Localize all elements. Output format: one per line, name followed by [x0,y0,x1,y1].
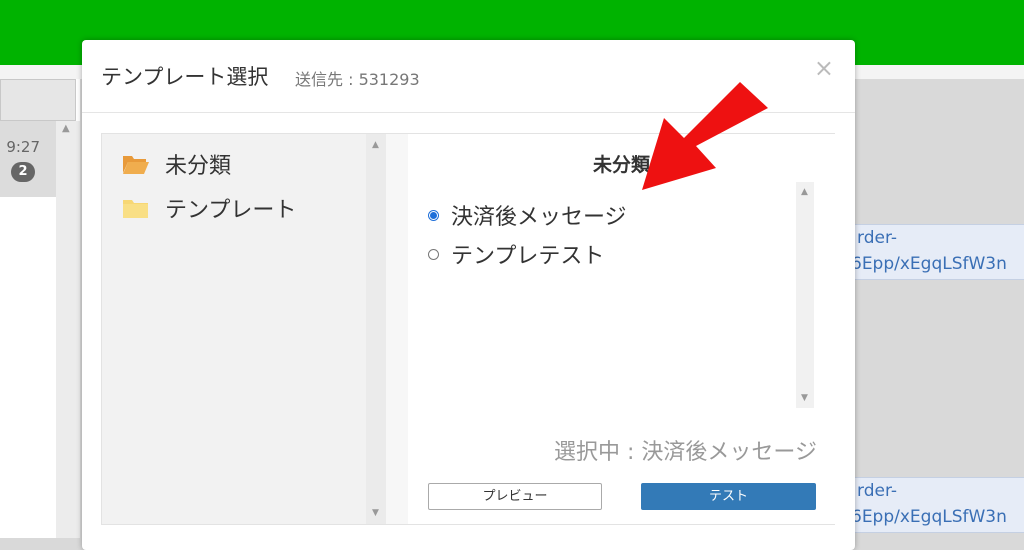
background-link-box[interactable]: rder- 6Epp/xEgqLSfW3n [855,477,1024,533]
modal-title: テンプレート選択 [101,65,269,89]
template-option[interactable]: 決済後メッセージ [428,199,627,231]
radio-checked-icon[interactable] [428,209,439,221]
pane-divider [386,134,408,524]
folder-icon [123,200,148,218]
background-link-line[interactable]: 6Epp/xEgqLSfW3n [855,251,1024,277]
unread-badge: 2 [11,162,35,182]
background-chat-row[interactable] [0,121,56,197]
folder-tree: 未分類 テンプレート ▲ ▼ [102,134,386,524]
close-icon[interactable]: × [814,54,834,82]
scroll-down-icon[interactable]: ▼ [801,393,808,403]
background-link-line[interactable]: rder- [857,225,1024,251]
background-timestamp: 9:27 [6,138,40,156]
template-list-scrollbar[interactable]: ▲ ▼ [796,182,814,408]
test-button[interactable]: テスト [641,483,816,510]
folder-label: テンプレート [165,198,297,223]
folder-tree-scrollbar[interactable]: ▲ ▼ [366,134,386,524]
background-scrollbar[interactable] [56,121,80,538]
scroll-up-icon[interactable]: ▲ [62,123,70,134]
scroll-down-icon[interactable]: ▼ [372,508,379,518]
background-left-header [0,79,76,121]
scroll-up-icon[interactable]: ▲ [372,140,379,150]
template-option-label: テンプレテスト [451,244,605,269]
scroll-up-icon[interactable]: ▲ [801,187,808,197]
background-right-panel [855,79,1024,538]
modal-body: 未分類 テンプレート ▲ ▼ 未分類 決済後メッセージ テンプレテスト ▲ ▼ … [101,133,835,525]
template-option[interactable]: テンプレテスト [428,238,604,270]
selected-template-text: 選択中 : 決済後メッセージ [554,440,817,465]
list-title: 未分類 [592,154,650,176]
radio-unchecked-icon[interactable] [428,248,439,260]
preview-button[interactable]: プレビュー [428,483,602,510]
folder-label: 未分類 [165,154,232,179]
template-select-modal: テンプレート選択 送信先 : 531293 × 未分類 テンプレート ▲ ▼ 未… [82,40,855,550]
background-link-box[interactable]: rder- 6Epp/xEgqLSfW3n [855,224,1024,280]
folder-item-uncategorized[interactable]: 未分類 [122,148,232,179]
folder-item-template[interactable]: テンプレート [122,192,297,223]
template-option-label: 決済後メッセージ [451,205,627,230]
folder-open-icon [123,156,149,174]
modal-header: テンプレート選択 送信先 : 531293 × [82,40,855,113]
recipient-label: 送信先 : 531293 [295,70,420,89]
background-link-line[interactable]: rder- [857,478,1024,504]
background-link-line[interactable]: 6Epp/xEgqLSfW3n [855,504,1024,530]
template-list-pane: 未分類 決済後メッセージ テンプレテスト ▲ ▼ 選択中 : 決済後メッセージ … [408,134,835,524]
